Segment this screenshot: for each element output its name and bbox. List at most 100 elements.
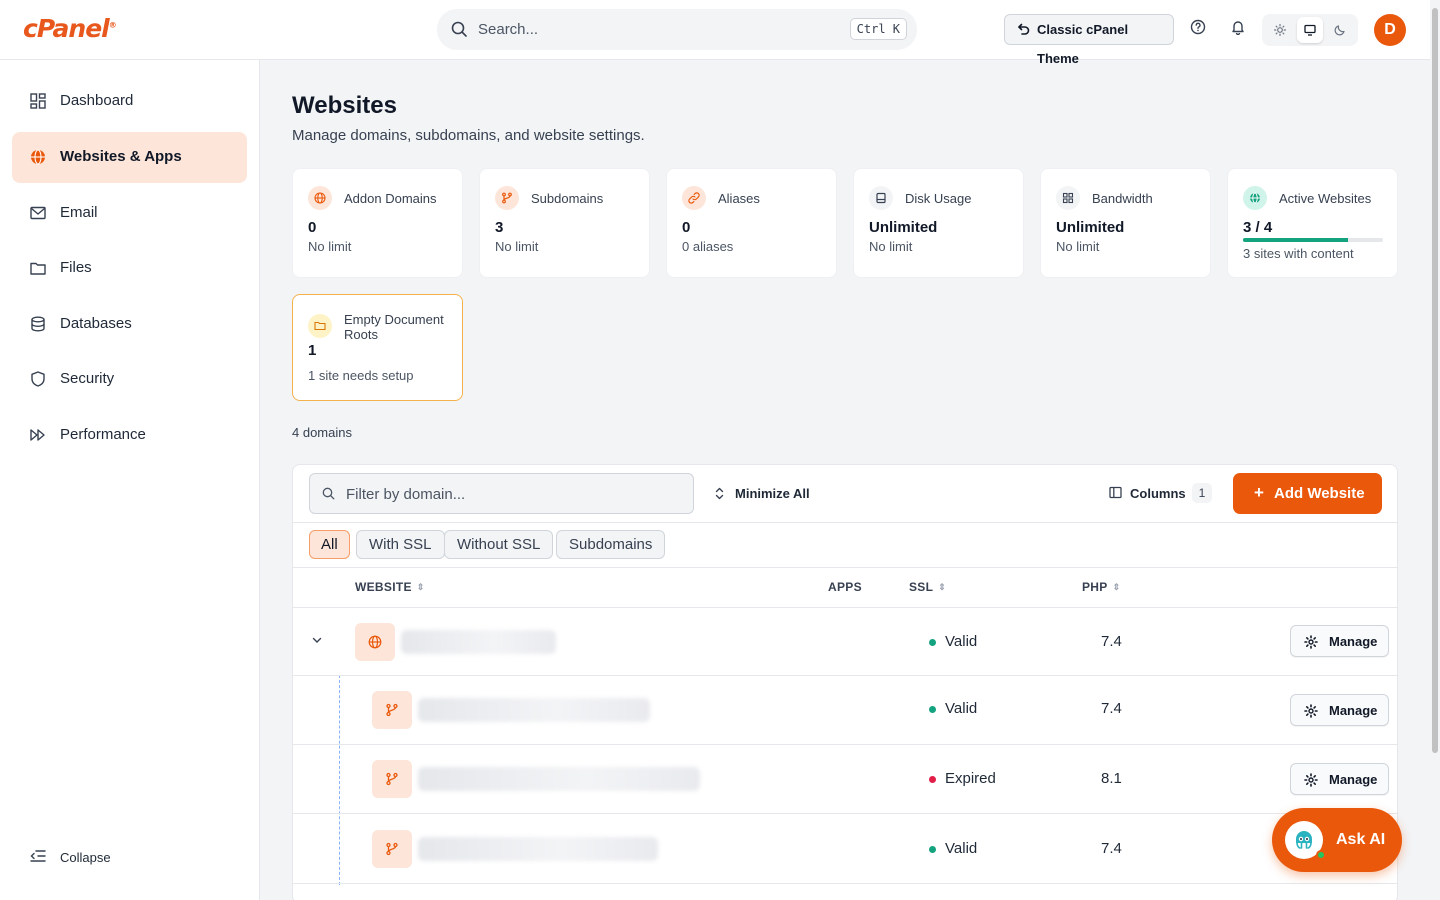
sidebar-item-websites-apps[interactable]: Websites & Apps [12,132,247,183]
logo-text: cPanel [23,14,110,43]
domain-filter-input[interactable]: Filter by domain... [309,473,694,514]
minimize-all-label: Minimize All [735,486,810,501]
theme-dark-option[interactable] [1327,17,1353,43]
globe-icon [1243,186,1267,210]
stat-card-empty-document-roots[interactable]: Empty Document Roots 1 1 site needs setu… [292,294,463,401]
columns-label: Columns [1130,486,1186,501]
sidebar-item-label: Security [60,370,115,387]
stat-sub: No limit [869,239,913,254]
gear-icon [1304,773,1318,787]
moon-icon [1334,25,1345,36]
bell-icon[interactable] [1230,19,1246,35]
table-bottom-divider [293,883,1397,884]
column-header-website[interactable]: WEBSITE ⇕ [355,580,425,594]
manage-button[interactable]: Manage [1290,763,1389,795]
fast-forward-icon [30,429,45,441]
branch-icon [372,760,412,798]
sidebar-item-databases[interactable]: Databases [12,299,247,350]
chevron-down-icon[interactable] [312,637,322,644]
sidebar-item-label: Websites & Apps [60,148,182,165]
sidebar-item-security[interactable]: Security [12,354,247,405]
stat-label: Addon Domains [344,191,437,206]
sidebar: Dashboard Websites & Apps Email Files Da… [0,60,260,900]
help-icon[interactable] [1190,19,1206,35]
sidebar-item-dashboard[interactable]: Dashboard [12,76,247,127]
stat-sub: No limit [1056,239,1100,254]
theme-light-option[interactable] [1267,17,1293,43]
gear-icon [1304,704,1318,718]
domain-name-redacted[interactable] [401,630,556,654]
globe-icon [355,623,395,661]
scrollbar-thumb[interactable] [1432,8,1438,753]
search-icon [451,21,467,37]
search-icon [322,487,335,500]
search-shortcut: Ctrl K [849,18,907,40]
filter-chip-all[interactable]: All [309,530,350,559]
top-bar: cPanel® Search... Ctrl K Classic cPanel … [0,0,1430,66]
stat-sub: No limit [308,239,352,254]
websites-panel: Filter by domain... Minimize All Columns… [292,464,1398,900]
sidebar-item-email[interactable]: Email [12,188,247,239]
columns-count-badge: 1 [1192,483,1212,503]
sort-icon: ⇕ [1112,582,1121,592]
theme-system-option[interactable] [1297,17,1323,43]
domain-name-redacted[interactable] [418,837,658,861]
stat-value: Unlimited [1056,219,1125,236]
header-label: WEBSITE [355,580,412,594]
column-header-php[interactable]: PHP ⇕ [1082,580,1120,594]
page-scrollbar[interactable] [1430,0,1440,900]
php-version: 8.1 [1101,770,1122,787]
php-version: 7.4 [1101,840,1122,857]
stat-label: Bandwidth [1092,191,1153,206]
ssl-status-dot [929,706,936,713]
link-icon [682,186,706,210]
manage-button[interactable]: Manage [1290,625,1389,657]
stat-card-disk-usage: Disk Usage Unlimited No limit [853,168,1024,278]
sidebar-item-performance[interactable]: Performance [12,410,247,461]
ssl-status-label: Expired [945,770,996,787]
sidebar-item-label: Performance [60,426,146,443]
ask-ai-button[interactable]: Ask AI [1272,808,1402,872]
sun-icon [1274,24,1286,36]
stat-value: 3 / 4 [1243,219,1273,236]
page-title: Websites [292,92,397,119]
theme-switcher [1262,14,1358,46]
sidebar-item-label: Files [60,259,92,276]
mail-icon [30,206,46,220]
sidebar-item-label: Email [60,204,98,221]
stat-sub: 3 sites with content [1243,246,1354,261]
stat-card-active-websites: Active Websites 3 / 4 3 sites with conte… [1227,168,1398,278]
domains-count: 4 domains [292,425,352,440]
ssl-status-label: Valid [945,700,978,717]
columns-icon [1109,486,1122,499]
manage-button[interactable]: Manage [1290,694,1389,726]
toolbar-divider [293,522,1397,523]
filter-chip-subdomains[interactable]: Subdomains [556,530,666,559]
stat-card-bandwidth: Bandwidth Unlimited No limit [1040,168,1211,278]
globe-icon [308,186,332,210]
table-row: Expired 8.1 Manage [293,744,1397,813]
stat-sub: No limit [495,239,539,254]
shield-icon [31,371,45,387]
plus-icon: + [1254,483,1264,502]
stat-value: 0 [308,219,317,236]
sort-icon: ⇕ [416,582,425,592]
branch-icon [495,186,519,210]
cpanel-logo[interactable]: cPanel® [23,14,117,43]
gear-icon [1304,635,1318,649]
filter-chip-with-ssl[interactable]: With SSL [356,530,445,559]
sidebar-item-files[interactable]: Files [12,243,247,294]
user-avatar[interactable]: D [1374,14,1406,46]
filter-chip-without-ssl[interactable]: Without SSL [444,530,554,559]
stat-card-addon-domains: Addon Domains 0 No limit [292,168,463,278]
domain-name-redacted[interactable] [418,698,650,722]
header-label: PHP [1082,580,1108,594]
column-header-ssl[interactable]: SSL ⇕ [909,580,946,594]
global-search[interactable]: Search... Ctrl K [437,9,917,50]
add-website-button[interactable]: + Add Website [1233,473,1382,514]
progress-fill [1243,238,1348,242]
domain-name-redacted[interactable] [418,767,700,791]
stat-label: Subdomains [531,191,604,206]
classic-theme-button[interactable]: Classic cPanel Theme [1004,14,1174,66]
collapse-icon [30,850,46,862]
